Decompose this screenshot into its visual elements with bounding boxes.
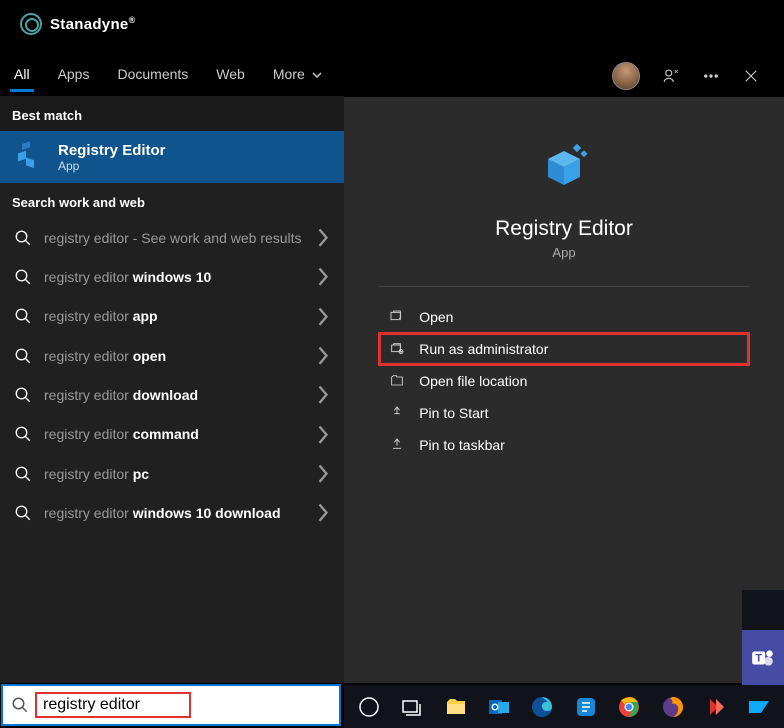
search-panel: All Apps Documents Web More Best match R…: [0, 48, 784, 683]
tab-apps[interactable]: Apps: [44, 60, 104, 92]
openloc-icon: [389, 373, 405, 389]
suggestion-text: registry editor windows 10: [44, 268, 304, 286]
taskbar-explorer[interactable]: [435, 685, 476, 728]
taskbar-anydesk[interactable]: [695, 685, 736, 728]
suggestion-text: registry editor - See work and web resul…: [44, 229, 304, 247]
svg-text:T: T: [755, 652, 762, 664]
taskbar-cortana[interactable]: [348, 685, 389, 728]
tab-more[interactable]: More: [259, 60, 336, 92]
action-openloc[interactable]: Open file location: [379, 365, 749, 397]
suggestion-item[interactable]: registry editor - See work and web resul…: [0, 218, 344, 257]
chevron-right-icon: [316, 226, 330, 249]
chevron-right-icon: [316, 423, 330, 446]
taskbar-taskview[interactable]: [391, 685, 432, 728]
search-icon: [14, 465, 32, 483]
search-box[interactable]: [1, 684, 341, 726]
search-icon: [14, 268, 32, 286]
taskbar-outlook[interactable]: [478, 685, 519, 728]
action-label: Pin to Start: [419, 405, 488, 421]
search-icon: [14, 347, 32, 365]
search-icon: [14, 307, 32, 325]
taskbar-edge[interactable]: [522, 685, 563, 728]
chevron-down-icon: [312, 70, 322, 80]
suggestion-item[interactable]: registry editor windows 10 download: [0, 493, 344, 532]
web-search-header: Search work and web: [0, 183, 344, 218]
action-label: Open file location: [419, 373, 527, 389]
chevron-right-icon: [316, 462, 330, 485]
action-runadmin[interactable]: Run as administrator: [379, 333, 749, 365]
suggestion-item[interactable]: registry editor open: [0, 336, 344, 375]
chevron-right-icon: [316, 305, 330, 328]
taskbar-firefox[interactable]: [652, 685, 693, 728]
user-avatar[interactable]: [612, 62, 640, 90]
chevron-right-icon: [316, 383, 330, 406]
brand-logo-icon: [20, 13, 42, 35]
action-pinstart[interactable]: Pin to Start: [379, 397, 749, 429]
registry-editor-icon: [14, 141, 46, 173]
details-subtitle: App: [552, 245, 575, 260]
divider: [379, 286, 749, 287]
tab-web[interactable]: Web: [202, 60, 259, 92]
best-match-header: Best match: [0, 96, 344, 131]
suggestion-text: registry editor app: [44, 307, 304, 325]
suggestion-text: registry editor download: [44, 386, 304, 404]
brand-bar: Stanadyne®: [0, 0, 784, 48]
tab-all[interactable]: All: [0, 60, 44, 92]
action-label: Run as administrator: [419, 341, 548, 357]
close-icon[interactable]: [742, 67, 760, 85]
chevron-right-icon: [316, 344, 330, 367]
details-pane: Registry Editor App Open Run as administr…: [344, 96, 784, 683]
suggestion-text: registry editor windows 10 download: [44, 504, 304, 522]
search-input[interactable]: [43, 696, 183, 714]
search-icon: [14, 425, 32, 443]
pintask-icon: [389, 437, 405, 453]
action-label: Open: [419, 309, 453, 325]
best-match-subtitle: App: [58, 159, 166, 173]
results-column: Best match Registry Editor App Search wo…: [0, 96, 344, 683]
search-icon: [14, 229, 32, 247]
open-icon: [389, 309, 405, 325]
action-open[interactable]: Open: [379, 301, 749, 333]
best-match-title: Registry Editor: [58, 142, 166, 159]
suggestion-text: registry editor open: [44, 347, 304, 365]
taskbar-chrome[interactable]: [608, 685, 649, 728]
brand-text: Stanadyne®: [50, 15, 136, 33]
taskbar-teams[interactable]: T: [742, 630, 784, 685]
suggestion-item[interactable]: registry editor windows 10: [0, 257, 344, 296]
suggestion-text: registry editor pc: [44, 465, 304, 483]
taskbar-sap[interactable]: [739, 685, 780, 728]
suggestion-item[interactable]: registry editor app: [0, 297, 344, 336]
more-options-icon[interactable]: [702, 67, 720, 85]
search-tabs: All Apps Documents Web More: [0, 48, 784, 96]
chevron-right-icon: [316, 501, 330, 524]
feedback-icon[interactable]: [662, 67, 680, 85]
registry-editor-large-icon: [532, 137, 596, 201]
suggestion-text: registry editor command: [44, 425, 304, 443]
suggestion-item[interactable]: registry editor download: [0, 375, 344, 414]
runadmin-icon: [389, 341, 405, 357]
best-match-result[interactable]: Registry Editor App: [0, 131, 344, 183]
search-icon: [14, 504, 32, 522]
details-title: Registry Editor: [495, 217, 633, 241]
action-pintask[interactable]: Pin to taskbar: [379, 429, 749, 461]
chevron-right-icon: [316, 265, 330, 288]
taskbar-app-generic[interactable]: [565, 685, 606, 728]
search-icon: [14, 386, 32, 404]
pinstart-icon: [389, 405, 405, 421]
taskbar: [344, 685, 784, 728]
action-label: Pin to taskbar: [419, 437, 505, 453]
suggestion-item[interactable]: registry editor pc: [0, 454, 344, 493]
tab-documents[interactable]: Documents: [103, 60, 202, 92]
search-icon: [11, 696, 29, 714]
suggestion-item[interactable]: registry editor command: [0, 415, 344, 454]
